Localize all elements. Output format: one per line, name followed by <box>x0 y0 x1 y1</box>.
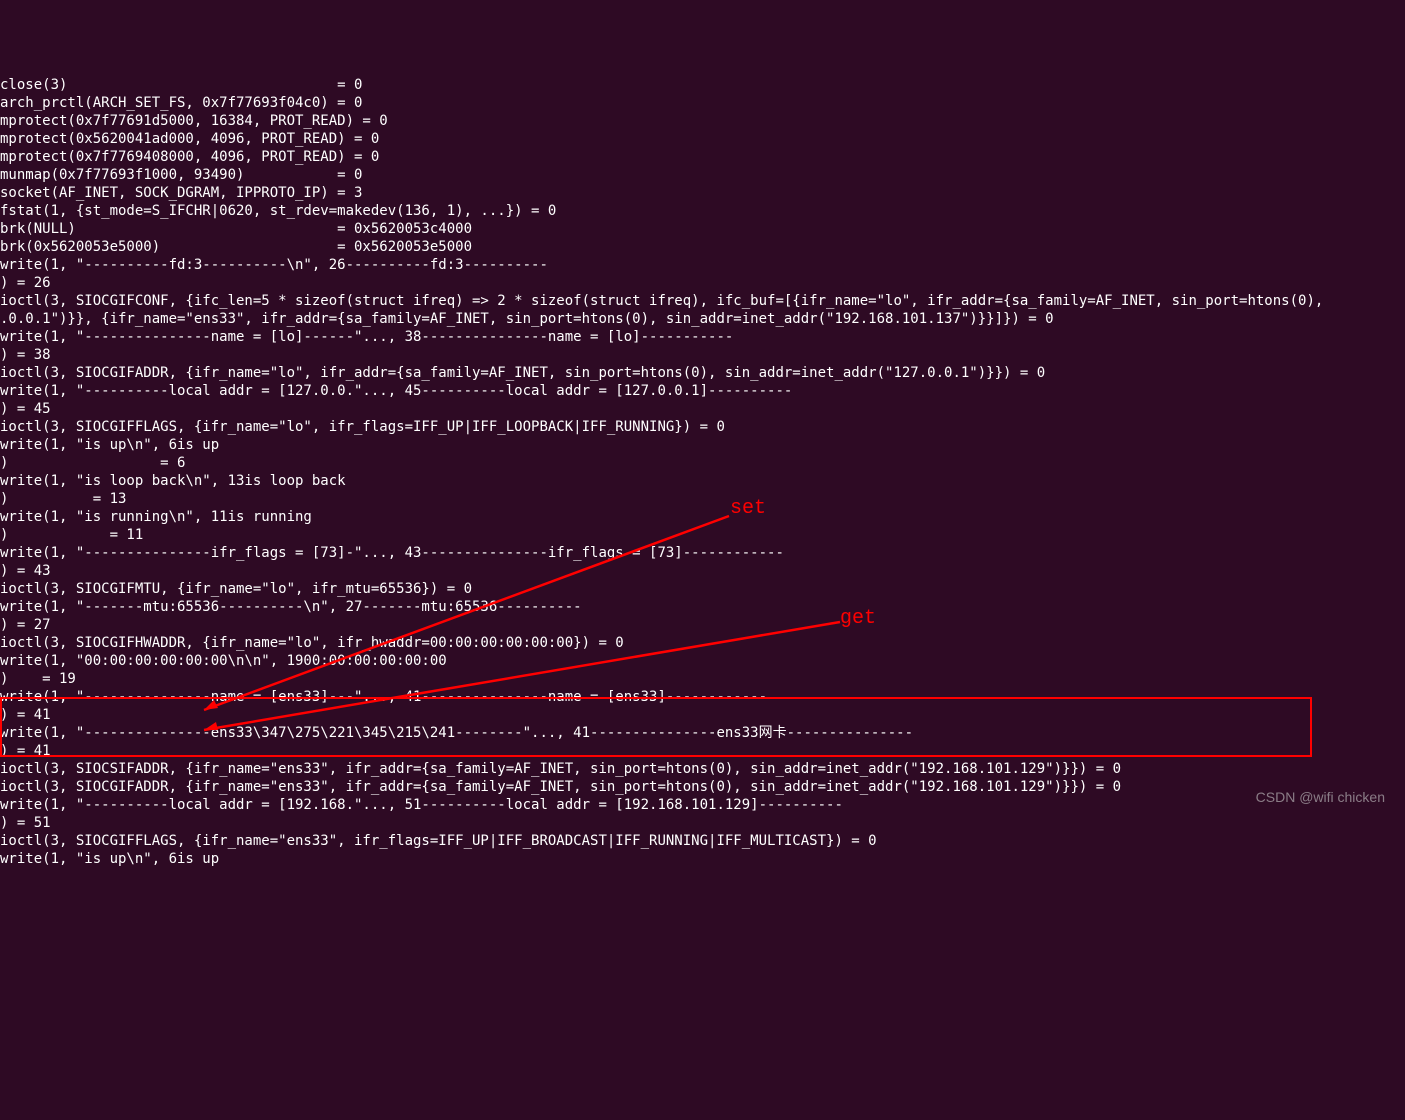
terminal-line: socket(AF_INET, SOCK_DGRAM, IPPROTO_IP) … <box>0 184 1405 202</box>
terminal-line: write(1, "---------------name = [ens33]-… <box>0 688 1405 706</box>
terminal-line: ) = 41 <box>0 742 1405 760</box>
terminal-line: .0.0.1")}}, {ifr_name="ens33", ifr_addr=… <box>0 310 1405 328</box>
terminal-output: close(3) = 0arch_prctl(ARCH_SET_FS, 0x7f… <box>0 72 1405 868</box>
terminal-line: ) = 45 <box>0 400 1405 418</box>
terminal-line: ioctl(3, SIOCGIFMTU, {ifr_name="lo", ifr… <box>0 580 1405 598</box>
terminal-line: ) = 38 <box>0 346 1405 364</box>
terminal-line: ioctl(3, SIOCGIFHWADDR, {ifr_name="lo", … <box>0 634 1405 652</box>
watermark: CSDN @wifi chicken <box>1256 788 1385 806</box>
terminal-line: ) = 51 <box>0 814 1405 832</box>
terminal-line: write(1, "is up\n", 6is up <box>0 850 1405 868</box>
terminal-line: write(1, "is running\n", 11is running <box>0 508 1405 526</box>
terminal-line: mprotect(0x7f77691d5000, 16384, PROT_REA… <box>0 112 1405 130</box>
terminal-line: ) = 6 <box>0 454 1405 472</box>
terminal-line: write(1, "00:00:00:00:00:00\n\n", 1900:0… <box>0 652 1405 670</box>
terminal-line: mprotect(0x7f7769408000, 4096, PROT_READ… <box>0 148 1405 166</box>
terminal-line: write(1, "is up\n", 6is up <box>0 436 1405 454</box>
terminal-line: write(1, "---------------ifr_flags = [73… <box>0 544 1405 562</box>
terminal-line: write(1, "----------local addr = [192.16… <box>0 796 1405 814</box>
terminal-line: write(1, "----------local addr = [127.0.… <box>0 382 1405 400</box>
terminal-line: ) = 41 <box>0 706 1405 724</box>
terminal-line: ) = 27 <box>0 616 1405 634</box>
terminal-line: munmap(0x7f77693f1000, 93490) = 0 <box>0 166 1405 184</box>
annotation-get: get <box>840 610 876 628</box>
terminal-line: ) = 19 <box>0 670 1405 688</box>
terminal-line: ) = 13 <box>0 490 1405 508</box>
terminal-line: ) = 43 <box>0 562 1405 580</box>
terminal-line: fstat(1, {st_mode=S_IFCHR|0620, st_rdev=… <box>0 202 1405 220</box>
terminal-line: brk(0x5620053e5000) = 0x5620053e5000 <box>0 238 1405 256</box>
terminal-line: write(1, "----------fd:3----------\n", 2… <box>0 256 1405 274</box>
terminal-line: ioctl(3, SIOCGIFFLAGS, {ifr_name="ens33"… <box>0 832 1405 850</box>
terminal-line: ioctl(3, SIOCGIFADDR, {ifr_name="ens33",… <box>0 778 1405 796</box>
terminal-line: ioctl(3, SIOCSIFADDR, {ifr_name="ens33",… <box>0 760 1405 778</box>
terminal-line: mprotect(0x5620041ad000, 4096, PROT_READ… <box>0 130 1405 148</box>
terminal-line: close(3) = 0 <box>0 76 1405 94</box>
terminal-line: ) = 26 <box>0 274 1405 292</box>
terminal-line: ioctl(3, SIOCGIFFLAGS, {ifr_name="lo", i… <box>0 418 1405 436</box>
terminal-line: write(1, "---------------name = [lo]----… <box>0 328 1405 346</box>
terminal-line: write(1, "---------------ens33\347\275\2… <box>0 724 1405 742</box>
terminal-line: ) = 11 <box>0 526 1405 544</box>
terminal-line: write(1, "-------mtu:65536----------\n",… <box>0 598 1405 616</box>
terminal-line: arch_prctl(ARCH_SET_FS, 0x7f77693f04c0) … <box>0 94 1405 112</box>
terminal-line: write(1, "is loop back\n", 13is loop bac… <box>0 472 1405 490</box>
annotation-set: set <box>730 500 766 518</box>
terminal-line: ioctl(3, SIOCGIFCONF, {ifc_len=5 * sizeo… <box>0 292 1405 310</box>
terminal-line: brk(NULL) = 0x5620053c4000 <box>0 220 1405 238</box>
terminal-line: ioctl(3, SIOCGIFADDR, {ifr_name="lo", if… <box>0 364 1405 382</box>
